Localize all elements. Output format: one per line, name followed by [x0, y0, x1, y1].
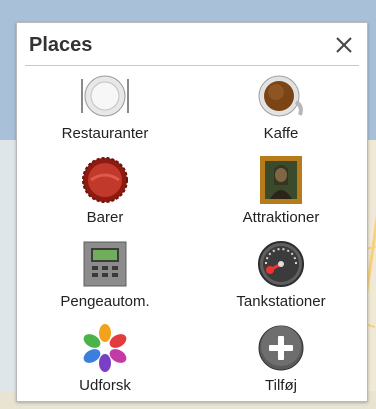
place-item-add[interactable]: Tilføj — [193, 321, 369, 405]
dialog-titlebar: Places — [17, 23, 367, 65]
dialog-title: Places — [29, 34, 93, 56]
place-label: Tilføj — [265, 377, 297, 394]
place-label: Kaffe — [263, 125, 299, 142]
bottle-cap-icon — [82, 157, 128, 203]
place-item-restaurants[interactable]: Restauranter — [17, 69, 193, 153]
place-label: Barer — [86, 209, 124, 226]
atm-machine-icon — [83, 241, 127, 287]
places-dialog: Places Restauranter Kaffe Barer Attrakti… — [16, 22, 368, 402]
place-item-attractions[interactable]: Attraktioner — [193, 153, 369, 237]
place-label: Pengeautom. — [60, 293, 150, 310]
place-item-coffee[interactable]: Kaffe — [193, 69, 369, 153]
title-divider — [25, 65, 359, 66]
place-item-gas-stations[interactable]: Tankstationer — [193, 237, 369, 321]
place-label: Restauranter — [61, 125, 149, 142]
coffee-cup-icon — [258, 75, 303, 117]
place-label: Udforsk — [79, 377, 131, 394]
fuel-gauge-icon — [258, 241, 304, 287]
place-item-atm[interactable]: Pengeautom. — [17, 237, 193, 321]
restaurant-plate-icon — [81, 75, 129, 117]
place-item-bars[interactable]: Barer — [17, 153, 193, 237]
place-label: Attraktioner — [242, 209, 320, 226]
place-label: Tankstationer — [236, 293, 326, 310]
flower-icon — [83, 324, 127, 372]
add-plus-icon — [258, 325, 304, 371]
mona-lisa-painting-icon — [260, 156, 302, 204]
place-item-explore[interactable]: Udforsk — [17, 321, 193, 405]
close-icon[interactable] — [333, 34, 355, 56]
